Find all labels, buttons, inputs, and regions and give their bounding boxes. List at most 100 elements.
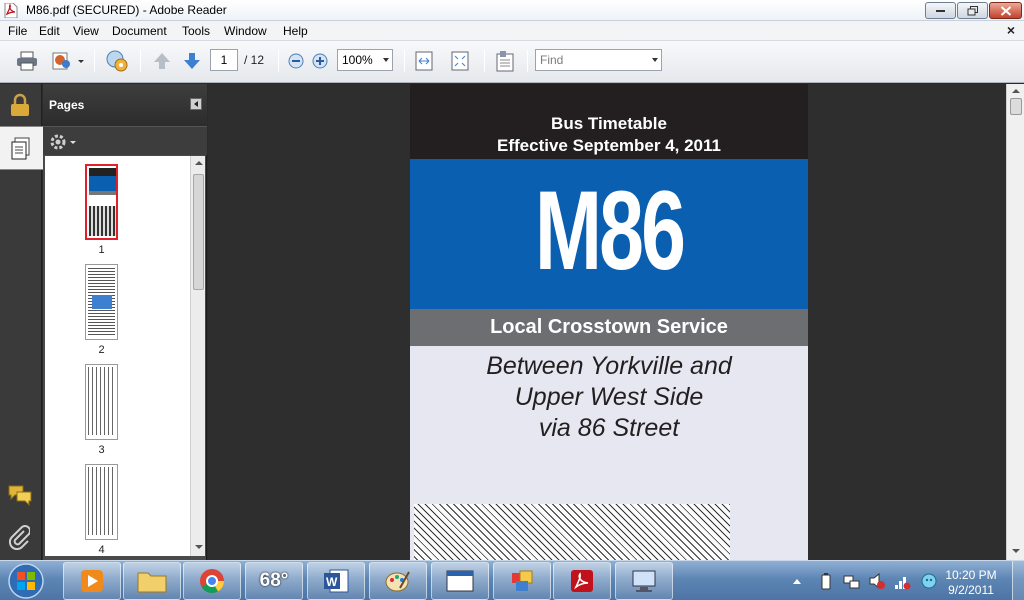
application-window-icon <box>446 570 474 592</box>
menu-file[interactable]: File <box>8 24 27 38</box>
volume-muted-icon[interactable] <box>868 567 886 595</box>
folder-icon <box>137 572 167 593</box>
pages-panel-button[interactable] <box>0 126 43 170</box>
clock-time: 10:20 PM <box>945 568 997 582</box>
create-pdf-button[interactable] <box>104 49 130 73</box>
messenger-icon[interactable] <box>919 567 939 595</box>
toolbar: 1 / 12 100% Find <box>0 41 1024 83</box>
menu-bar: File Edit View Document Tools Window Hel… <box>0 21 1024 41</box>
pages-icon <box>11 137 30 160</box>
thumbnail-label: 1 <box>98 244 105 256</box>
header-title: Bus Timetable <box>551 114 667 133</box>
scroll-up-icon[interactable] <box>1012 89 1020 93</box>
close-document-icon[interactable]: × <box>1007 22 1015 38</box>
print-button[interactable] <box>14 49 40 73</box>
taskbar-chrome[interactable] <box>183 562 241 600</box>
route-description: Between Yorkville and Upper West Side vi… <box>410 351 808 444</box>
previous-page-button[interactable] <box>150 49 174 73</box>
comments-icon[interactable] <box>7 484 33 506</box>
adobe-reader-icon <box>571 570 593 592</box>
system-clock[interactable]: 10:20 PM 9/2/2011 <box>940 568 1002 598</box>
pages-panel-title: Pages <box>49 98 85 112</box>
wireless-icon[interactable] <box>893 567 911 595</box>
minimize-button[interactable] <box>925 2 956 19</box>
arrow-down-icon <box>184 53 200 69</box>
page-thumbnail[interactable] <box>85 264 118 340</box>
scroll-up-icon[interactable] <box>195 161 203 165</box>
zoom-in-button[interactable] <box>310 49 330 73</box>
page-thumbnail[interactable] <box>85 364 118 440</box>
toolbar-separator <box>278 50 279 72</box>
show-hidden-icons-icon[interactable] <box>790 567 804 595</box>
start-button[interactable] <box>3 562 49 600</box>
taskbar-weather[interactable]: 68° <box>245 562 303 600</box>
zoom-value: 100% <box>342 53 373 67</box>
taskbar-remote-desktop[interactable] <box>615 562 673 600</box>
toolbar-separator <box>94 50 95 72</box>
menu-help[interactable]: Help <box>283 24 308 38</box>
arrow-up-icon <box>154 53 170 69</box>
battery-icon[interactable] <box>819 567 833 595</box>
route-banner: M86 <box>410 159 808 309</box>
taskbar-window[interactable] <box>431 562 489 600</box>
windows-logo-icon <box>8 563 44 599</box>
taskbar-adobe-reader[interactable] <box>553 562 611 600</box>
taskbar-app[interactable] <box>493 562 551 600</box>
collapse-panel-icon[interactable] <box>190 98 202 110</box>
read-mode-button[interactable] <box>492 49 520 73</box>
zoom-out-button[interactable] <box>286 49 306 73</box>
menu-edit[interactable]: Edit <box>39 24 60 38</box>
pdf-page: Bus Timetable Effective September 4, 201… <box>410 84 808 560</box>
colored-squares-icon <box>512 570 533 591</box>
taskbar-media-player[interactable] <box>63 562 121 600</box>
show-desktop-button[interactable] <box>1012 561 1024 600</box>
network-icon[interactable] <box>843 567 861 595</box>
find-input[interactable]: Find <box>535 49 662 71</box>
fit-width-button[interactable] <box>412 49 436 73</box>
toolbar-separator <box>527 50 528 72</box>
chevron-down-icon[interactable] <box>652 58 658 62</box>
thumbnail-label: 2 <box>98 344 105 356</box>
thumbnails-scrollbar[interactable] <box>190 156 205 556</box>
zoom-select[interactable]: 100% <box>337 49 393 71</box>
find-placeholder: Find <box>540 53 564 67</box>
scroll-down-icon[interactable] <box>1012 549 1020 553</box>
bus-photo-image <box>414 504 730 560</box>
page-thumbnails: 1 2 3 4 <box>45 156 205 556</box>
document-scrollbar[interactable] <box>1006 84 1024 560</box>
scroll-down-icon[interactable] <box>195 545 203 549</box>
gear-icon[interactable] <box>49 133 77 151</box>
globe-gear-icon <box>106 50 128 72</box>
menu-tools[interactable]: Tools <box>182 24 210 38</box>
navigation-pane <box>0 84 43 560</box>
fit-page-button[interactable] <box>448 49 472 73</box>
toolbar-separator <box>484 50 485 72</box>
paperclip-icon[interactable] <box>8 524 30 550</box>
next-page-button[interactable] <box>180 49 204 73</box>
restore-button[interactable] <box>957 2 988 19</box>
taskbar-paint[interactable] <box>369 562 427 600</box>
menu-view[interactable]: View <box>73 24 99 38</box>
scrollbar-thumb[interactable] <box>193 174 204 290</box>
page-number-input[interactable]: 1 <box>210 49 238 71</box>
menu-window[interactable]: Window <box>224 24 267 38</box>
share-button[interactable] <box>48 49 86 73</box>
route-description-line: Upper West Side <box>514 383 704 411</box>
fit-width-icon <box>415 51 433 71</box>
page-thumbnail[interactable] <box>85 164 118 240</box>
thumbnail-label: 4 <box>98 544 105 556</box>
pages-options-bar <box>43 126 207 155</box>
route-description-line: Between Yorkville and <box>486 352 732 380</box>
system-tray <box>790 567 939 598</box>
taskbar-word[interactable]: W <box>307 562 365 600</box>
clock-date: 9/2/2011 <box>948 583 994 597</box>
page-thumbnail[interactable] <box>85 464 118 540</box>
thumbnail-label: 3 <box>98 444 105 456</box>
weather-temperature: 68° <box>259 570 289 591</box>
menu-document[interactable]: Document <box>112 24 167 38</box>
taskbar-explorer[interactable] <box>123 562 181 600</box>
pdf-file-icon <box>4 3 18 18</box>
lock-icon[interactable] <box>9 93 31 117</box>
scrollbar-thumb[interactable] <box>1010 98 1022 115</box>
close-window-button[interactable] <box>989 2 1022 19</box>
